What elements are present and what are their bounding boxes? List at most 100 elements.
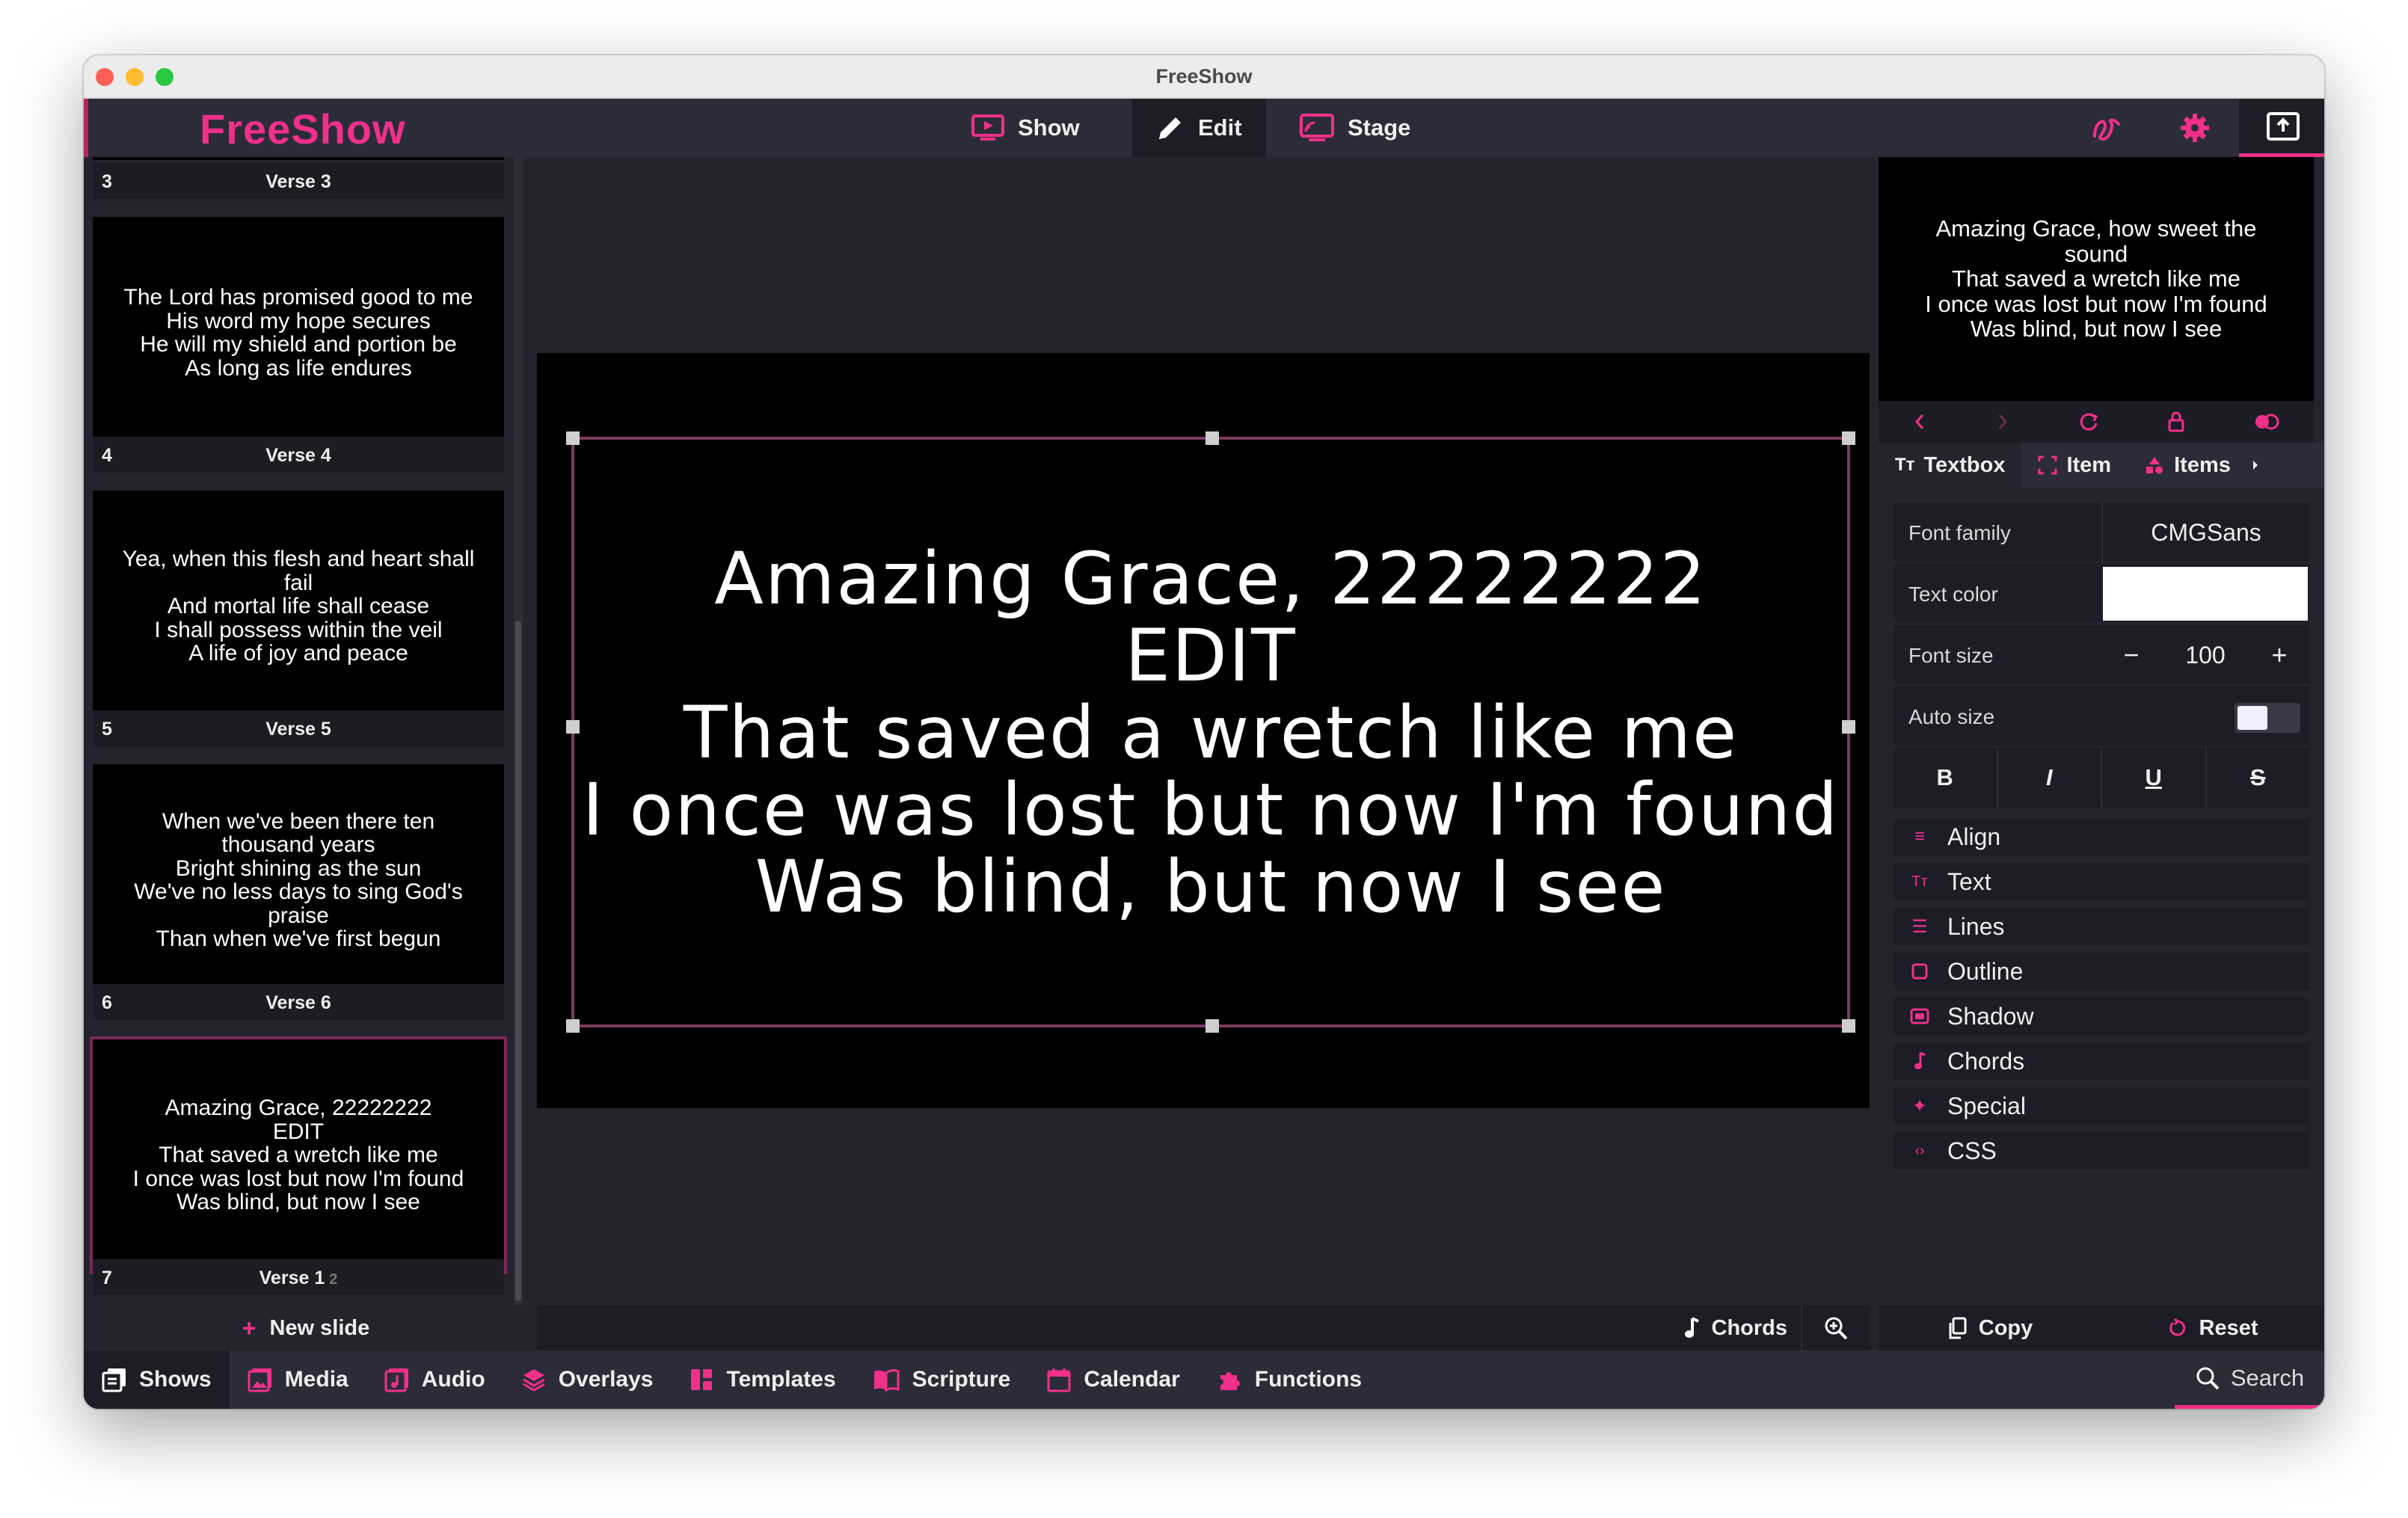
chords-button[interactable]: Chords	[1683, 1306, 1787, 1350]
outline-icon	[1910, 963, 1929, 980]
tab-templates-label: Templates	[726, 1367, 836, 1392]
underline-button[interactable]: U	[2101, 748, 2205, 808]
drawer-button[interactable]	[2063, 99, 2151, 157]
zoom-button[interactable]	[1801, 1306, 1870, 1350]
strikethrough-button[interactable]: S	[2205, 748, 2310, 808]
editor-area: Amazing Grace, 22222222 EDIT That saved …	[537, 157, 1870, 1350]
properties-actions: Copy Reset	[1879, 1306, 2324, 1350]
resize-handle-e[interactable]	[1842, 720, 1855, 734]
tab-functions[interactable]: Functions	[1198, 1350, 1380, 1409]
previous-slide-icon[interactable]	[1912, 412, 1927, 431]
slide-thumbnail[interactable]	[93, 157, 504, 160]
slide-thumbnail[interactable]: The Lord has promised good to me His wor…	[93, 217, 504, 449]
textbox-selection[interactable]: Amazing Grace, 22222222 EDIT That saved …	[566, 431, 1855, 1033]
section-lines[interactable]: ☰ Lines	[1893, 908, 2309, 945]
overlays-icon	[521, 1367, 547, 1392]
output-button[interactable]	[2239, 99, 2324, 157]
increase-button[interactable]: +	[2249, 625, 2309, 685]
tab-textbox-label: Textbox	[1923, 452, 2006, 477]
tab-stage[interactable]: Stage	[1276, 99, 1434, 157]
slide-canvas[interactable]: Amazing Grace, 22222222 EDIT That saved …	[537, 353, 1870, 1108]
slide-label: 4 Verse 4	[93, 437, 504, 473]
slide-name: Verse 5	[265, 719, 331, 740]
gear-icon	[2179, 112, 2211, 144]
slide-thumbnail-active[interactable]: Amazing Grace, 22222222 EDIT That saved …	[90, 1036, 507, 1274]
tab-item[interactable]: Item	[2021, 443, 2128, 488]
tab-items[interactable]: Items	[2128, 443, 2247, 488]
resize-handle-w[interactable]	[566, 720, 580, 734]
slides-scrollbar[interactable]	[514, 157, 523, 1305]
resize-handle-s[interactable]	[1205, 1019, 1219, 1033]
properties-panel: Amazing Grace, how sweet the sound That …	[1879, 157, 2324, 1350]
tab-shows[interactable]: Shows	[84, 1350, 230, 1409]
tab-shows-label: Shows	[139, 1367, 212, 1392]
templates-icon	[689, 1367, 714, 1392]
refresh-icon[interactable]	[2078, 411, 2099, 432]
items-icon	[2144, 455, 2165, 475]
align-icon: ≡	[1914, 826, 1925, 846]
tab-scripture[interactable]: Scripture	[854, 1350, 1029, 1409]
italic-button[interactable]: I	[1996, 748, 2101, 808]
shows-icon	[102, 1367, 127, 1392]
tab-templates[interactable]: Templates	[671, 1350, 853, 1409]
bold-button[interactable]: B	[1893, 748, 1997, 808]
tab-media[interactable]: Media	[230, 1350, 366, 1409]
reset-button[interactable]: Reset	[2101, 1306, 2324, 1350]
output-preview[interactable]: Amazing Grace, how sweet the sound That …	[1879, 157, 2314, 401]
resize-handle-n[interactable]	[1205, 431, 1219, 445]
drawer-icon	[2092, 114, 2122, 142]
resize-handle-ne[interactable]	[1842, 431, 1855, 445]
tab-overlays[interactable]: Overlays	[503, 1350, 672, 1409]
section-text[interactable]: Tт Text	[1893, 863, 2309, 900]
copy-button[interactable]: Copy	[1879, 1306, 2101, 1350]
tab-audio[interactable]: Audio	[366, 1350, 503, 1409]
tab-textbox[interactable]: Tт Textbox	[1879, 443, 2022, 488]
section-outline-label: Outline	[1947, 957, 2024, 985]
text-color-picker[interactable]	[2103, 567, 2308, 621]
search-button[interactable]: Search	[2175, 1350, 2324, 1409]
font-size-stepper: − 100 +	[2101, 625, 2309, 685]
tabs-more-icon[interactable]	[2250, 458, 2261, 472]
decrease-button[interactable]: −	[2101, 625, 2161, 685]
top-bar: FreeShow Show Edit Stage	[84, 99, 2324, 157]
section-special[interactable]: ✦ Special	[1893, 1087, 2309, 1125]
resize-handle-sw[interactable]	[566, 1019, 580, 1033]
section-shadow[interactable]: Shadow	[1893, 998, 2309, 1035]
next-slide-icon[interactable]	[1995, 412, 2010, 431]
app-logo: FreeShow	[200, 105, 406, 153]
textbox-content[interactable]: Amazing Grace, 22222222 EDIT That saved …	[574, 541, 1847, 926]
tab-edit[interactable]: Edit	[1132, 99, 1266, 157]
lock-icon[interactable]	[2167, 411, 2185, 433]
window-title: FreeShow	[1155, 65, 1253, 87]
new-slide-button[interactable]: + New slide	[84, 1306, 528, 1350]
scrollbar-thumb[interactable]	[515, 621, 521, 1301]
font-family-label: Font family	[1908, 521, 2011, 544]
tab-scripture-label: Scripture	[912, 1367, 1011, 1392]
tab-show[interactable]: Show	[947, 99, 1104, 157]
section-chords[interactable]: Chords	[1893, 1042, 2309, 1080]
text-color-label: Text color	[1908, 583, 1998, 606]
panel-divider[interactable]	[1870, 157, 1879, 1350]
slide-name: Verse 3	[265, 171, 331, 192]
section-shadow-label: Shadow	[1947, 1002, 2034, 1030]
tab-stage-label: Stage	[1348, 114, 1411, 141]
search-label: Search	[2230, 1364, 2305, 1391]
section-css[interactable]: ‹› CSS	[1893, 1132, 2309, 1170]
slide-thumbnail[interactable]: When we've been there ten thousand years…	[93, 764, 504, 996]
slide-thumbnail[interactable]: Yea, when this flesh and heart shall fai…	[93, 491, 504, 722]
app-window: FreeShow FreeShow Show Edit Stage 3 Vers…	[84, 55, 2324, 1409]
resize-handle-se[interactable]	[1842, 1019, 1855, 1033]
settings-button[interactable]	[2151, 99, 2239, 157]
font-size-input[interactable]: 100	[2161, 625, 2249, 685]
font-family-select[interactable]: CMGSans	[2101, 503, 2309, 562]
section-align[interactable]: ≡ Align	[1893, 818, 2309, 855]
section-outline[interactable]: Outline	[1893, 953, 2309, 990]
tab-audio-label: Audio	[421, 1367, 485, 1392]
scripture-icon	[872, 1367, 900, 1392]
panel-divider[interactable]	[528, 157, 537, 1350]
auto-size-toggle[interactable]	[2235, 703, 2300, 733]
preview-controls	[1879, 401, 2314, 443]
resize-handle-nw[interactable]	[566, 431, 580, 445]
blend-icon[interactable]	[2253, 413, 2280, 431]
tab-calendar[interactable]: Calendar	[1028, 1350, 1197, 1409]
